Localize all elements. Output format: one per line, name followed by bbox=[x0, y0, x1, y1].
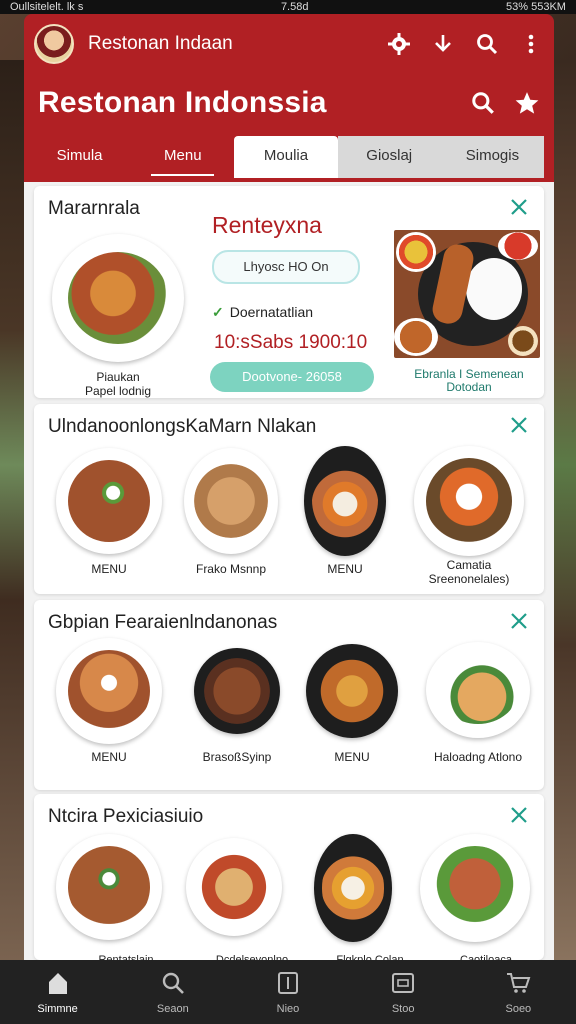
nav-store[interactable]: Stoo bbox=[358, 970, 448, 1015]
app-bar: Restonan Indaan bbox=[34, 22, 544, 66]
cart-icon bbox=[507, 972, 531, 993]
star-icon[interactable] bbox=[514, 90, 540, 116]
nav-label: Stoo bbox=[391, 1002, 415, 1015]
tab-label: Simula bbox=[56, 147, 103, 164]
check-icon: ✓ bbox=[212, 304, 224, 320]
contact-button[interactable]: Dootvone- 26058 bbox=[210, 362, 374, 392]
nav-label: Nieo bbox=[276, 1002, 300, 1015]
tab-indicator bbox=[151, 174, 215, 176]
tab-moulia[interactable]: Moulia bbox=[234, 136, 338, 178]
dish-image bbox=[52, 234, 184, 362]
menu-section-card: Gbpian Fearaienlndanonas MENU BrasoßSyin… bbox=[34, 600, 544, 790]
card-title: Ntcira Pexiciasiuio bbox=[48, 806, 204, 827]
status-left: Oullsitelelt. lk s bbox=[10, 1, 84, 13]
nav-label: Simmne bbox=[37, 1002, 78, 1015]
home-icon bbox=[48, 972, 67, 994]
dish-image[interactable] bbox=[56, 448, 162, 554]
app-window: Restonan Indaan Restonan Indonssia Simul… bbox=[24, 14, 554, 960]
check-line: ✓ Doernatatlian bbox=[212, 304, 313, 321]
tab-bar: Simula Menu Moulia Gioslaj Simogis bbox=[28, 136, 545, 178]
card-title: Gbpian Fearaienlndanonas bbox=[48, 612, 278, 633]
dish-caption: MENU bbox=[334, 750, 370, 764]
dish-image[interactable] bbox=[184, 448, 278, 554]
more-vertical-icon[interactable] bbox=[518, 31, 544, 57]
settings-icon[interactable] bbox=[386, 31, 412, 57]
background-restaurant-right bbox=[552, 60, 576, 960]
tab-label: Menu bbox=[164, 147, 202, 164]
search-icon[interactable] bbox=[470, 90, 496, 116]
status-time: 7.58d bbox=[280, 1, 309, 13]
promo-card: Mararnrala Piaukan Papel lodnig Renteyxn… bbox=[34, 186, 544, 398]
content-area: Mararnrala Piaukan Papel lodnig Renteyxn… bbox=[24, 182, 554, 960]
tab-simogis[interactable]: Simogis bbox=[440, 136, 545, 178]
opening-hours: 10:sSabs 1900:10 bbox=[214, 332, 368, 353]
tab-label: Moulia bbox=[263, 147, 309, 164]
dish-image[interactable] bbox=[414, 446, 524, 556]
dish-caption: Camatia Sreenonelales) bbox=[428, 558, 510, 586]
tab-menu[interactable]: Menu bbox=[131, 136, 234, 178]
status-bar: Oullsitelelt. lk s 7.58d 53% 553KM bbox=[0, 0, 576, 14]
tab-simula[interactable]: Simula bbox=[28, 136, 131, 178]
photo-caption: Ebranla I Semenean Dotodan bbox=[414, 367, 524, 394]
dish-image[interactable] bbox=[304, 446, 386, 556]
nav-cart[interactable]: Soeo bbox=[473, 970, 563, 1015]
nav-home[interactable]: Simmne bbox=[13, 970, 103, 1015]
menu-section-card: Ntcira Pexiciasiuio bbox=[34, 794, 544, 960]
book-icon bbox=[277, 971, 298, 994]
dish-caption: MENU bbox=[91, 562, 127, 576]
store-icon bbox=[392, 972, 415, 993]
tab-label: Simogis bbox=[465, 147, 520, 164]
dish-caption: BrasoßSyinp bbox=[202, 750, 272, 764]
restaurant-logo bbox=[34, 24, 74, 64]
promo-pill[interactable]: Lhyosc HO On bbox=[212, 250, 360, 284]
dish-image[interactable] bbox=[186, 838, 282, 936]
app-header: Restonan Indaan Restonan Indonssia Simul… bbox=[24, 14, 554, 182]
close-icon[interactable] bbox=[508, 414, 530, 436]
app-title: Restonan Indaan bbox=[88, 33, 233, 54]
download-icon[interactable] bbox=[430, 31, 456, 57]
search-icon bbox=[162, 972, 184, 994]
page-title: Restonan Indonssia bbox=[38, 86, 327, 119]
dish-caption: Piaukan Papel lodnig bbox=[84, 370, 152, 398]
dish-caption: MENU bbox=[91, 750, 127, 764]
dish-image[interactable] bbox=[426, 642, 530, 738]
card-title: UlndanoonlongsKaMarn Nlakan bbox=[48, 416, 317, 437]
card-title: Mararnrala bbox=[48, 198, 140, 219]
bottom-navigation: Simmne Seaon Nieo Stoo Soeo bbox=[0, 960, 576, 1024]
dish-image[interactable] bbox=[194, 648, 280, 734]
nav-label: Seaon bbox=[156, 1002, 189, 1015]
menu-section-card: UlndanoonlongsKaMarn Nlakan MENU Frako M… bbox=[34, 404, 544, 594]
dish-image[interactable] bbox=[420, 834, 530, 942]
check-text: Doernatatlian bbox=[229, 304, 314, 320]
close-icon[interactable] bbox=[508, 804, 530, 826]
nav-book[interactable]: Nieo bbox=[243, 970, 333, 1015]
promo-title: Renteyxna bbox=[212, 212, 322, 238]
dish-caption: MENU bbox=[327, 562, 363, 576]
search-icon[interactable] bbox=[474, 31, 500, 57]
nav-label: Soeo bbox=[505, 1002, 532, 1015]
dish-caption: Haloadng Atlono bbox=[433, 750, 523, 764]
food-photo bbox=[394, 230, 540, 358]
dish-image[interactable] bbox=[56, 834, 162, 940]
dish-caption: Frako Msnnp bbox=[195, 562, 267, 576]
status-right: 53% 553KM bbox=[506, 1, 566, 13]
dish-image[interactable] bbox=[56, 638, 162, 744]
nav-search[interactable]: Seaon bbox=[128, 970, 218, 1015]
dish-image[interactable] bbox=[314, 834, 392, 942]
close-icon[interactable] bbox=[508, 610, 530, 632]
tab-gioslaj[interactable]: Gioslaj bbox=[337, 136, 441, 178]
tab-label: Gioslaj bbox=[366, 147, 413, 164]
dish-image[interactable] bbox=[306, 644, 398, 738]
close-icon[interactable] bbox=[508, 196, 530, 218]
